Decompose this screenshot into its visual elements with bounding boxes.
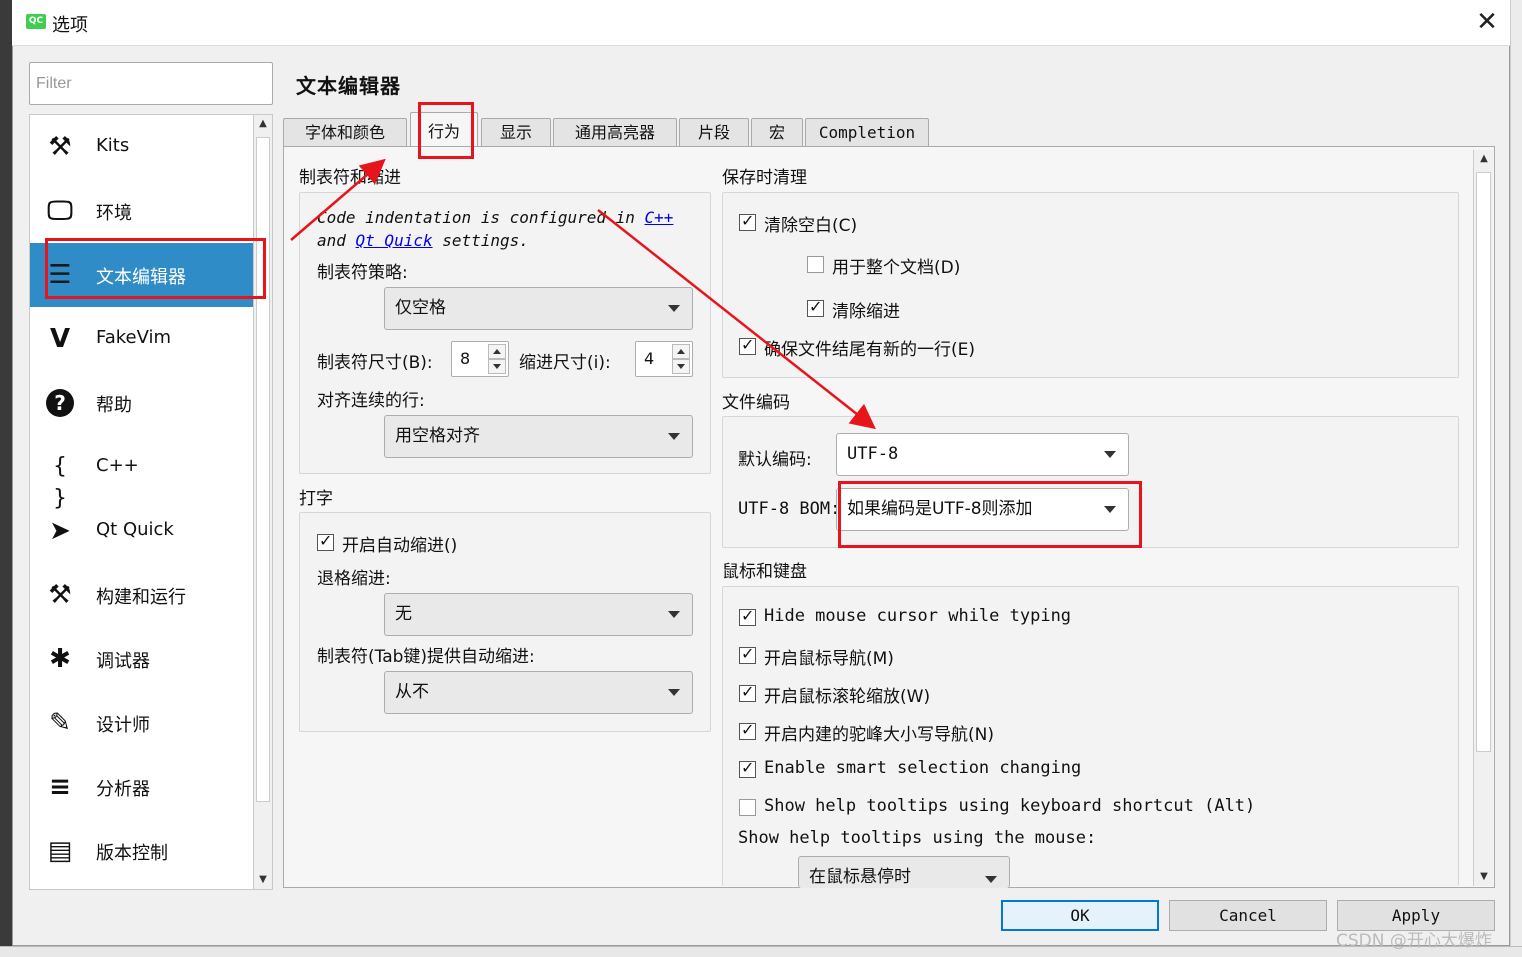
- annotation-arrow-to-tab: [290, 158, 386, 241]
- annotation-arrows: [290, 158, 876, 430]
- watermark: CSDN @开心大爆炸: [1336, 931, 1492, 951]
- annotation-arrow-to-encoding: [597, 209, 876, 430]
